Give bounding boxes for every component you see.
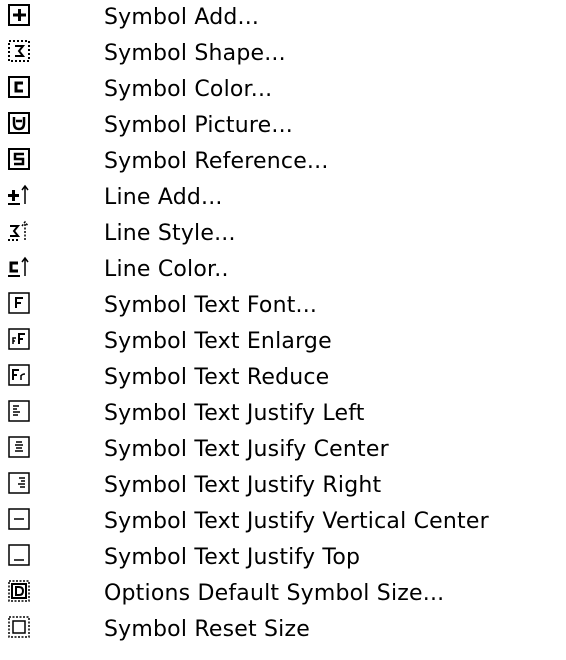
legend-row-justify-vertical-center[interactable]: Symbol Text Justify Vertical Center — [0, 504, 566, 540]
symbol-text-enlarge-icon[interactable] — [8, 328, 30, 350]
legend-label: Symbol Text Font... — [104, 293, 318, 318]
legend-row-line-style[interactable]: Line Style... — [0, 216, 566, 252]
symbol-text-reduce-icon[interactable] — [8, 364, 30, 386]
legend-row-justify-right[interactable]: Symbol Text Justify Right — [0, 468, 566, 504]
legend-label: Symbol Reference... — [104, 149, 329, 174]
legend-label: Symbol Color... — [104, 77, 273, 102]
legend-label: Line Color.. — [104, 257, 229, 282]
justify-right-icon[interactable] — [8, 472, 30, 494]
legend-row-symbol-text-font[interactable]: Symbol Text Font... — [0, 288, 566, 324]
legend-label: Options Default Symbol Size... — [104, 581, 445, 606]
legend-label: Symbol Text Justify Vertical Center — [104, 509, 489, 534]
legend-row-justify-center[interactable]: Symbol Text Jusify Center — [0, 432, 566, 468]
legend-label: Symbol Shape... — [104, 41, 286, 66]
legend-row-symbol-text-reduce[interactable]: Symbol Text Reduce — [0, 360, 566, 396]
legend-row-symbol-reset-size[interactable]: Symbol Reset Size — [0, 612, 566, 648]
legend-label: Symbol Picture... — [104, 113, 293, 138]
symbol-shape-icon[interactable] — [8, 40, 30, 62]
legend-row-line-color[interactable]: Line Color.. — [0, 252, 566, 288]
symbol-text-font-icon[interactable] — [8, 292, 30, 314]
legend-label: Symbol Text Reduce — [104, 365, 330, 390]
legend-label: Symbol Text Justify Top — [104, 545, 361, 570]
symbol-picture-icon[interactable] — [8, 112, 30, 134]
legend-label: Symbol Text Justify Left — [104, 401, 365, 426]
legend-row-symbol-text-enlarge[interactable]: Symbol Text Enlarge — [0, 324, 566, 360]
legend-row-symbol-color[interactable]: Symbol Color... — [0, 72, 566, 108]
justify-left-icon[interactable] — [8, 400, 30, 422]
legend-row-symbol-reference[interactable]: Symbol Reference... — [0, 144, 566, 180]
default-symbol-size-icon[interactable] — [8, 580, 30, 602]
legend-label: Symbol Text Jusify Center — [104, 437, 389, 462]
legend-row-line-add[interactable]: Line Add... — [0, 180, 566, 216]
justify-center-icon[interactable] — [8, 436, 30, 458]
legend-label: Line Style... — [104, 221, 236, 246]
justify-vertical-center-icon[interactable] — [8, 508, 30, 530]
legend-label: Symbol Add... — [104, 5, 260, 30]
line-add-icon[interactable] — [8, 184, 30, 206]
legend-label: Symbol Text Enlarge — [104, 329, 332, 354]
legend-row-default-symbol-size[interactable]: Options Default Symbol Size... — [0, 576, 566, 612]
line-style-icon[interactable] — [8, 220, 30, 242]
symbol-color-icon[interactable] — [8, 76, 30, 98]
line-color-icon[interactable] — [8, 256, 30, 278]
legend-row-justify-left[interactable]: Symbol Text Justify Left — [0, 396, 566, 432]
legend-row-justify-top[interactable]: Symbol Text Justify Top — [0, 540, 566, 576]
legend-label: Symbol Text Justify Right — [104, 473, 382, 498]
symbol-add-icon[interactable] — [8, 4, 30, 26]
legend-row-symbol-shape[interactable]: Symbol Shape... — [0, 36, 566, 72]
justify-top-icon[interactable] — [8, 544, 30, 566]
symbol-reference-icon[interactable] — [8, 148, 30, 170]
symbol-reset-size-icon[interactable] — [8, 616, 30, 638]
legend-label: Line Add... — [104, 185, 223, 210]
legend-row-symbol-picture[interactable]: Symbol Picture... — [0, 108, 566, 144]
legend-row-symbol-add[interactable]: Symbol Add... — [0, 0, 566, 36]
legend-label: Symbol Reset Size — [104, 617, 310, 642]
